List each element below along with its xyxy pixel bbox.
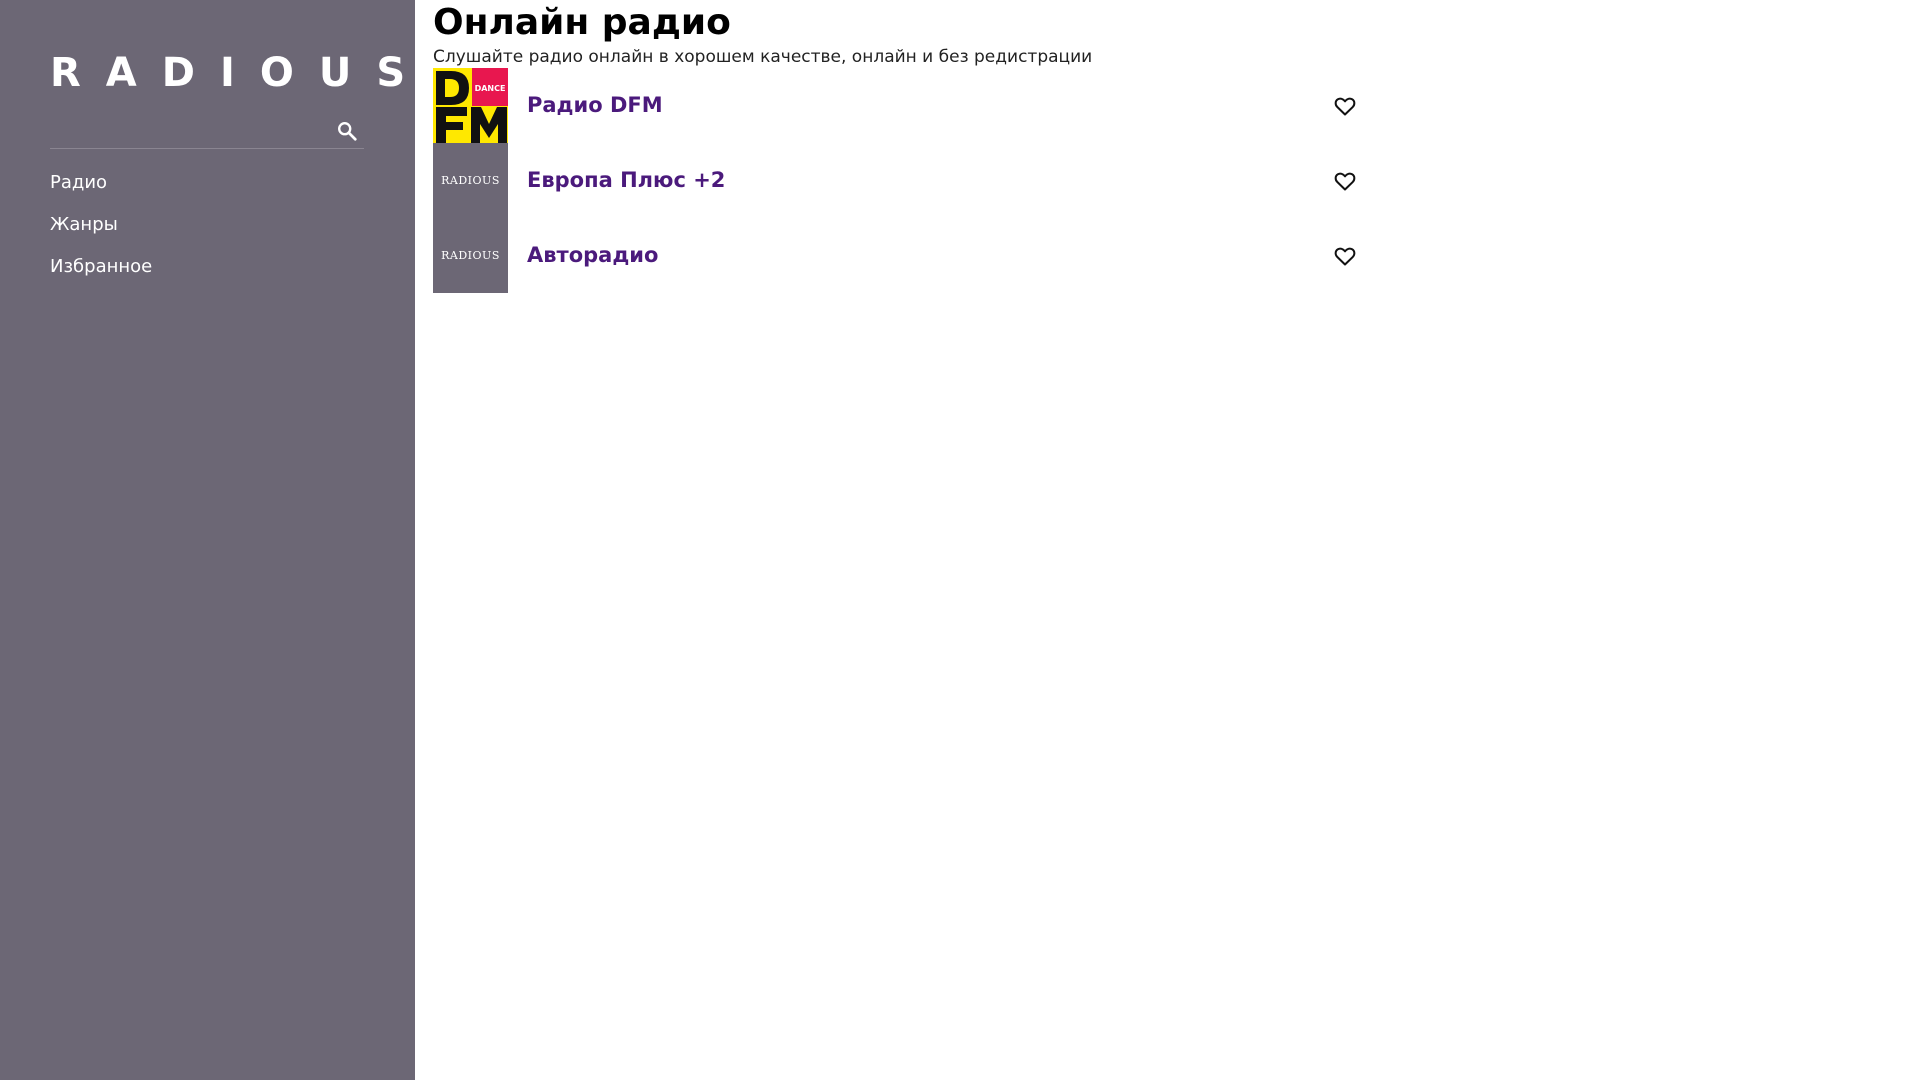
sidebar-nav: Радио Жанры Избранное [50,162,152,288]
search-input[interactable] [50,116,324,146]
station-name[interactable]: Авторадио [527,218,658,293]
station-logo-dfm[interactable]: DANCE [433,68,508,143]
search-icon[interactable] [336,120,358,142]
station-logo-placeholder[interactable]: RADIOUS [433,218,508,293]
heart-outline-icon[interactable] [1333,94,1357,118]
dfm-logo-icon: DANCE [433,68,508,143]
heart-outline-icon[interactable] [1333,169,1357,193]
sidebar-item-radio[interactable]: Радио [50,162,152,204]
heart-outline-icon[interactable] [1333,244,1357,268]
page-subtitle: Слушайте радио онлайн в хорошем качестве… [433,47,1093,67]
station-name[interactable]: Радио DFM [527,68,663,143]
search-box [50,112,364,149]
app-logo[interactable]: RADIOUS [50,48,430,98]
station-row[interactable]: RADIOUS Европа Плюс +2 [433,143,1363,218]
station-name[interactable]: Европа Плюс +2 [527,143,725,218]
sidebar-item-favorites[interactable]: Избранное [50,246,152,288]
station-row[interactable]: DANCE Радио DFM [433,68,1363,143]
station-list: DANCE Радио DFM RADIOUS Европа Плюс +2 R… [433,68,1363,293]
sidebar: RADIOUS Радио Жанры Избранное [0,0,415,1080]
dfm-badge-text: DANCE [475,84,506,93]
station-row[interactable]: RADIOUS Авторадио [433,218,1363,293]
sidebar-item-genres[interactable]: Жанры [50,204,152,246]
page-title: Онлайн радио [433,2,731,43]
station-logo-placeholder[interactable]: RADIOUS [433,143,508,218]
